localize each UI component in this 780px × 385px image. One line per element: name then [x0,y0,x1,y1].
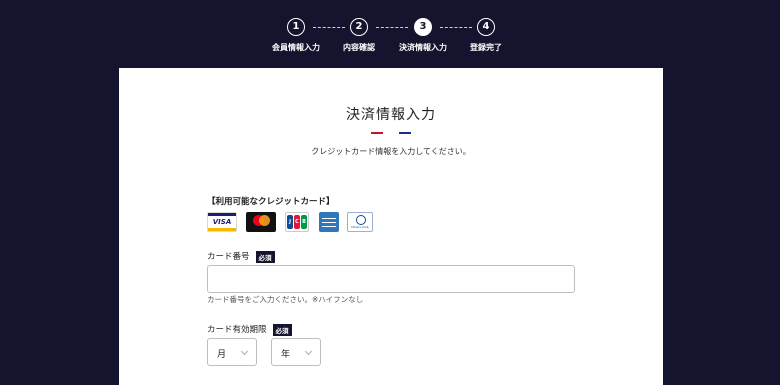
expiry-month-value: 月 [217,350,227,360]
page-subtitle: クレジットカード情報を入力してください。 [311,147,471,156]
step-number: 2 [350,18,368,36]
expiry-label: カード有効期限 必須 [207,323,292,336]
expiry-year-value: 年 [281,350,291,360]
step-number: 3 [414,18,432,36]
expiry-month-select[interactable]: 月 [207,338,257,366]
card-number-label: カード番号 必須 [207,250,275,263]
expiry-label-text: カード有効期限 [207,325,267,335]
amex-icon [319,212,339,232]
diners-icon: Diners Club [347,212,373,232]
card-number-label-text: カード番号 [207,252,250,262]
chevron-down-icon [304,347,313,356]
required-badge: 必須 [255,250,275,263]
jcb-icon: J C B [285,212,309,232]
step-number: 1 [287,18,305,36]
payment-form-card: 決済情報入力 クレジットカード情報を入力してください。 【利用可能なクレジットカ… [119,68,663,385]
required-badge: 必須 [272,323,292,336]
chevron-down-icon [240,347,249,356]
page-title: 決済情報入力 [346,107,436,123]
visa-icon: VISA [207,212,237,232]
available-cards-label: 【利用可能なクレジットカード】 [207,197,335,207]
tricolor-divider [370,132,412,134]
mastercard-icon [246,212,276,232]
step-number: 4 [477,18,495,36]
progress-stepper: 1 会員情報入力 2 内容確認 3 決済情報入力 4 登録完了 [0,0,780,68]
card-number-hint: カード番号をご入力ください。※ハイフンなし [207,295,364,304]
step-label: 登録完了 [470,43,502,52]
card-number-input[interactable] [207,265,575,293]
step-4: 4 登録完了 [441,18,531,53]
expiry-year-select[interactable]: 年 [271,338,321,366]
